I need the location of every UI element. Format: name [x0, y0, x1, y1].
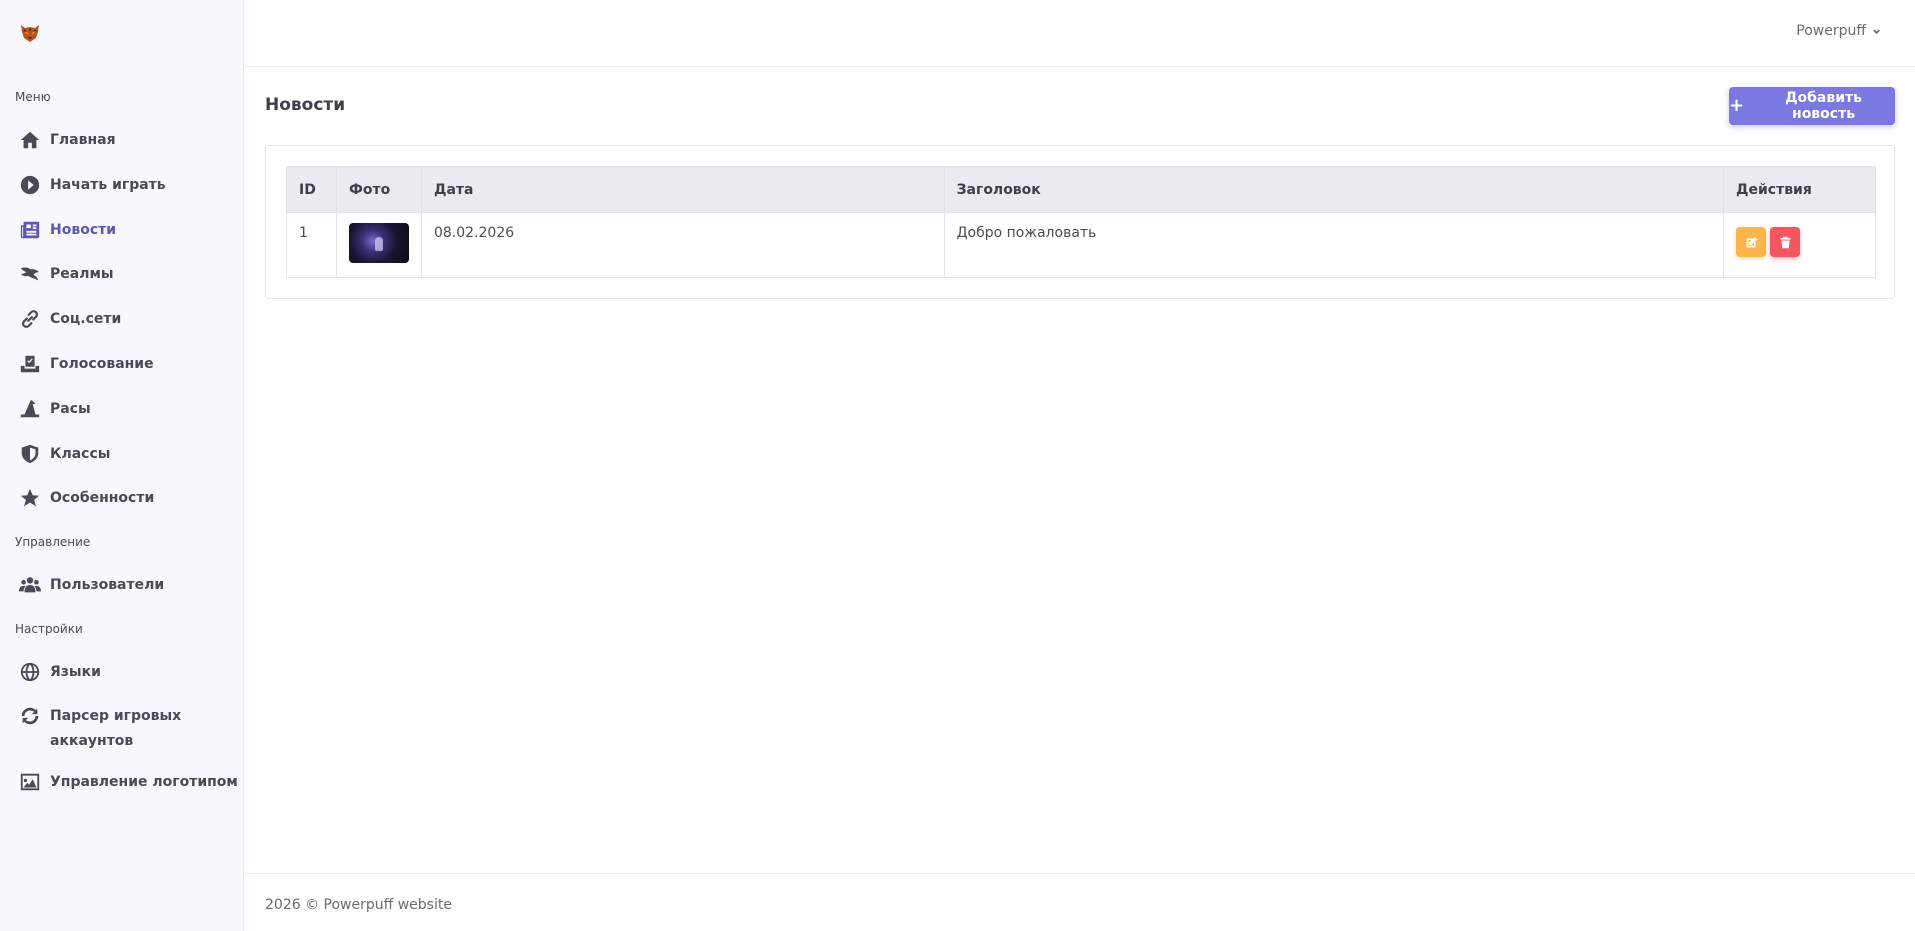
image-icon: [18, 771, 42, 793]
sidebar-item-label: Главная: [50, 132, 116, 148]
shield-icon: [18, 443, 42, 465]
footer-copyright: 2026 © Powerpuff website: [265, 897, 452, 913]
sidebar-item-play[interactable]: Начать играть: [18, 174, 166, 196]
news-thumbnail[interactable]: [348, 223, 409, 263]
footer: 2026 © Powerpuff website: [245, 873, 1915, 931]
table-header-row: ID Фото Дата Заголовок Действия: [286, 166, 1876, 213]
sidebar-item-label: Соц.сети: [50, 311, 122, 327]
user-name: Powerpuff: [1796, 23, 1866, 39]
delete-button[interactable]: [1770, 227, 1801, 257]
play-circle-icon: [18, 174, 42, 196]
column-header-date: Дата: [420, 166, 945, 213]
table-row: 1 08.02.2026 Добро пожаловать: [286, 212, 1876, 278]
sidebar-item-features[interactable]: Особенности: [18, 487, 154, 509]
sidebar-item-classes[interactable]: Классы: [18, 443, 110, 465]
section-title-management: Управление: [15, 535, 91, 549]
sidebar-item-label: Реалмы: [50, 266, 114, 282]
tiger-head-icon[interactable]: [18, 22, 42, 44]
trash-icon: [1780, 236, 1790, 248]
wizard-hat-icon: [18, 398, 42, 420]
users-icon: [18, 574, 42, 596]
sidebar-item-label: Классы: [50, 446, 111, 462]
news-table: ID Фото Дата Заголовок Действия 1 08.02.…: [286, 166, 1876, 278]
sidebar-item-home[interactable]: Главная: [18, 129, 116, 151]
vote-box-icon: [18, 353, 42, 375]
user-menu[interactable]: Powerpuff: [1796, 23, 1881, 39]
column-header-actions: Действия: [1723, 166, 1876, 213]
sidebar-item-label: Расы: [50, 401, 91, 417]
sidebar-item-label: Пользователи: [50, 577, 165, 593]
chevron-down-icon: [1873, 29, 1880, 34]
cell-photo: [335, 212, 422, 278]
cell-id: 1: [286, 212, 337, 278]
topbar: Powerpuff: [245, 0, 1915, 67]
newspaper-icon: [18, 219, 42, 241]
sidebar-item-languages[interactable]: Языки: [18, 661, 101, 683]
dragon-icon: [18, 263, 42, 285]
sidebar-item-realms[interactable]: Реалмы: [18, 263, 114, 285]
sidebar-item-label: Парсер игровых аккаунтов: [50, 708, 182, 749]
sidebar-item-news[interactable]: Новости: [18, 219, 116, 241]
column-header-photo: Фото: [335, 166, 422, 213]
sidebar-item-label: Управление логотипом: [50, 774, 238, 790]
plus-icon: +: [1729, 95, 1745, 116]
sidebar-item-label: Новости: [50, 222, 117, 238]
link-icon: [18, 308, 42, 330]
globe-icon: [18, 661, 42, 683]
edit-button[interactable]: [1736, 227, 1767, 257]
cell-date: 08.02.2026: [420, 212, 945, 278]
sidebar-item-label: Языки: [50, 664, 101, 680]
sync-icon: [18, 705, 42, 727]
sidebar-item-logo-management[interactable]: Управление логотипом: [18, 771, 238, 793]
add-news-label: Добавить новость: [1785, 90, 1863, 122]
section-title-menu: Меню: [15, 90, 51, 104]
sidebar-item-label: Голосование: [50, 356, 154, 372]
star-icon: [18, 487, 42, 509]
sidebar-item-label: Начать играть: [50, 177, 166, 193]
sidebar-item-account-parser[interactable]: Парсер игровых аккаунтов: [18, 705, 228, 754]
sidebar: Меню Главная Начать играть Новости Реалм…: [0, 0, 244, 931]
cell-title: Добро пожаловать: [943, 212, 1725, 278]
edit-icon: [1746, 236, 1757, 247]
sidebar-item-voting[interactable]: Голосование: [18, 353, 154, 375]
column-header-title: Заголовок: [943, 166, 1725, 213]
page-title: Новости: [265, 95, 346, 115]
sidebar-item-label: Особенности: [50, 490, 155, 506]
row-actions: [1736, 227, 1863, 257]
column-header-id: ID: [286, 166, 337, 213]
section-title-settings: Настройки: [15, 622, 83, 636]
home-icon: [18, 129, 42, 151]
news-table-card: ID Фото Дата Заголовок Действия 1 08.02.…: [265, 145, 1895, 299]
sidebar-item-races[interactable]: Расы: [18, 398, 91, 420]
sidebar-item-social[interactable]: Соц.сети: [18, 308, 121, 330]
add-news-button[interactable]: + Добавить новость: [1729, 87, 1895, 125]
cell-actions: [1723, 212, 1876, 278]
sidebar-item-users[interactable]: Пользователи: [18, 574, 164, 596]
